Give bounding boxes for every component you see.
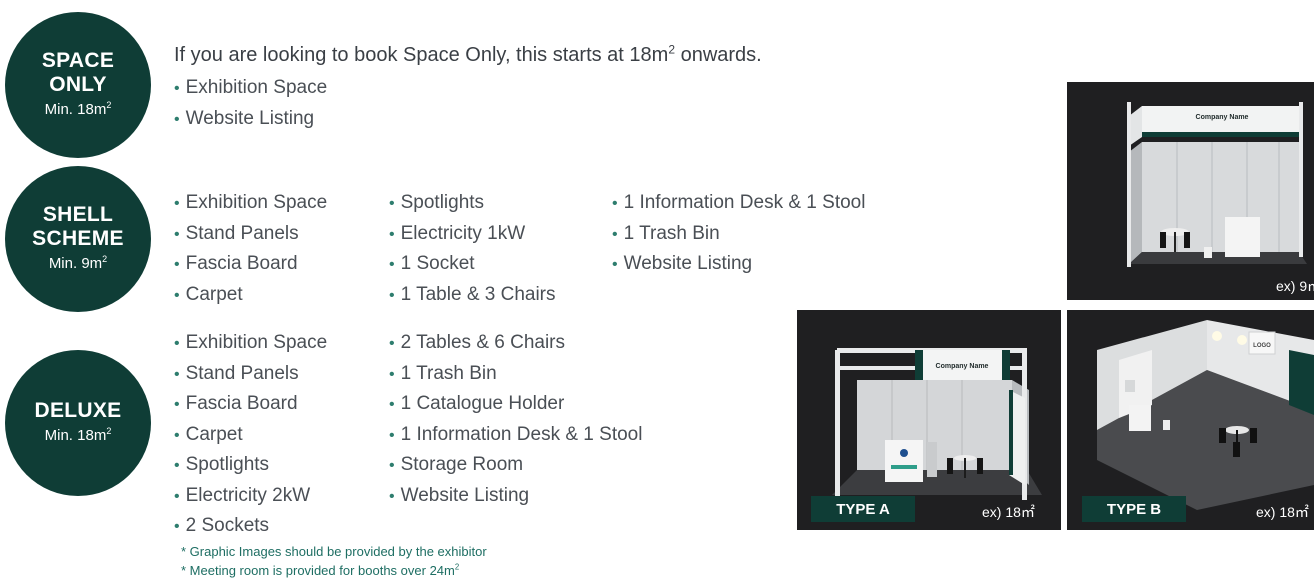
list-item: • Stand Panels — [174, 362, 299, 384]
list-item: • Carpet — [174, 283, 243, 305]
deluxe-min-size: Min. 18m2 — [44, 426, 112, 445]
deluxe-list-col1: • Exhibition Space • Stand Panels • Fascia … — [174, 328, 327, 542]
shell-scheme-list-col1: • Exhibition Space • Stand Panels • Fascia … — [174, 188, 327, 310]
list-item: • 1 Information Desk & 1 Stool — [389, 423, 643, 445]
list-item: • 1 Information Desk & 1 Stool — [612, 192, 866, 213]
space-only-min-size: Min. 18m2 — [44, 100, 112, 119]
shell-scheme-title-line1: SHELL — [42, 203, 114, 226]
list-item: • Carpet — [174, 423, 243, 445]
deluxe-title: DELUXE — [34, 399, 122, 422]
list-item: • Website Listing — [389, 484, 530, 506]
space-only-intro: If you are looking to book Space Only, t… — [174, 42, 762, 66]
shell-scheme-list-col3: • 1 Information Desk & 1 Stool • 1 Trash B… — [612, 188, 865, 280]
type-b-logo-text: LOGO — [1253, 343, 1271, 349]
list-item: • Fascia Board — [174, 393, 298, 414]
deluxe-list-col2: • 2 Tables & 6 Chairs • 1 Trash Bin • 1 Cat… — [389, 328, 642, 511]
list-item: • 1 Trash Bin — [612, 222, 720, 244]
list-item: • Spotlights — [389, 192, 485, 213]
list-item: • 1 Table & 3 Chairs — [389, 283, 556, 305]
shell-image-caption: ex) 9㎡ — [1276, 278, 1314, 294]
note-graphic-images: * Graphic Images should be provided by t… — [181, 544, 487, 559]
shell-scheme-booth-image: Company Name ex) 9㎡ — [1067, 82, 1314, 300]
deluxe-badge: DELUXE Min. 18m2 — [5, 350, 151, 496]
shell-fascia-text: Company Name — [1196, 114, 1249, 121]
list-item: • 2 Sockets — [174, 515, 270, 536]
list-item: • Electricity 1kW — [389, 222, 526, 244]
shell-scheme-list-col2: • Spotlights • Electricity 1kW • 1 Socket •… — [389, 188, 556, 310]
type-a-fascia-text: Company Name — [936, 363, 989, 370]
space-only-badge: SPACE ONLY Min. 18m2 — [5, 12, 151, 158]
type-b-storage-sign — [1125, 380, 1135, 392]
list-item: • Stand Panels — [174, 222, 299, 244]
type-a-booth-image: Company Name TYPE A ex) 18㎡ — [797, 310, 1061, 530]
list-item: • Electricity 2kW — [174, 484, 311, 506]
list-item: • Exhibition Space — [174, 332, 328, 353]
type-b-badge: TYPE B — [1082, 496, 1186, 522]
space-only-title-line1: SPACE — [41, 49, 115, 72]
type-a-badge: TYPE A — [811, 496, 915, 522]
list-item: • Exhibition Space — [174, 192, 328, 213]
type-a-image-caption: ex) 18㎡ — [982, 504, 1035, 520]
shell-booth-illustration: Company Name — [1127, 102, 1307, 267]
list-item: • 1 Catalogue Holder — [389, 393, 565, 414]
note-meeting-room: * Meeting room is provided for booths ov… — [181, 562, 460, 578]
list-item: • Exhibition Space — [174, 77, 328, 98]
space-only-list: • Exhibition Space • Website Listing — [174, 73, 327, 134]
shell-scheme-title-line2: SCHEME — [32, 227, 124, 250]
list-item: • Storage Room — [389, 454, 524, 475]
list-item: • Website Listing — [612, 253, 753, 274]
type-b-image-caption: ex) 18㎡ — [1256, 504, 1309, 520]
shell-scheme-min-size: Min. 9m2 — [48, 254, 108, 273]
list-item: • 1 Socket — [389, 253, 475, 274]
space-only-title-line2: ONLY — [49, 73, 107, 96]
list-item: • Spotlights — [174, 454, 270, 475]
type-b-booth-image: LOGO TYPE B ex) 18㎡ — [1067, 310, 1314, 530]
list-item: • Website Listing — [174, 107, 315, 129]
list-item: • Fascia Board — [174, 253, 298, 274]
list-item: • 2 Tables & 6 Chairs — [389, 332, 566, 353]
shell-scheme-badge: SHELL SCHEME Min. 9m2 — [5, 166, 151, 312]
list-item: • 1 Trash Bin — [389, 362, 497, 384]
